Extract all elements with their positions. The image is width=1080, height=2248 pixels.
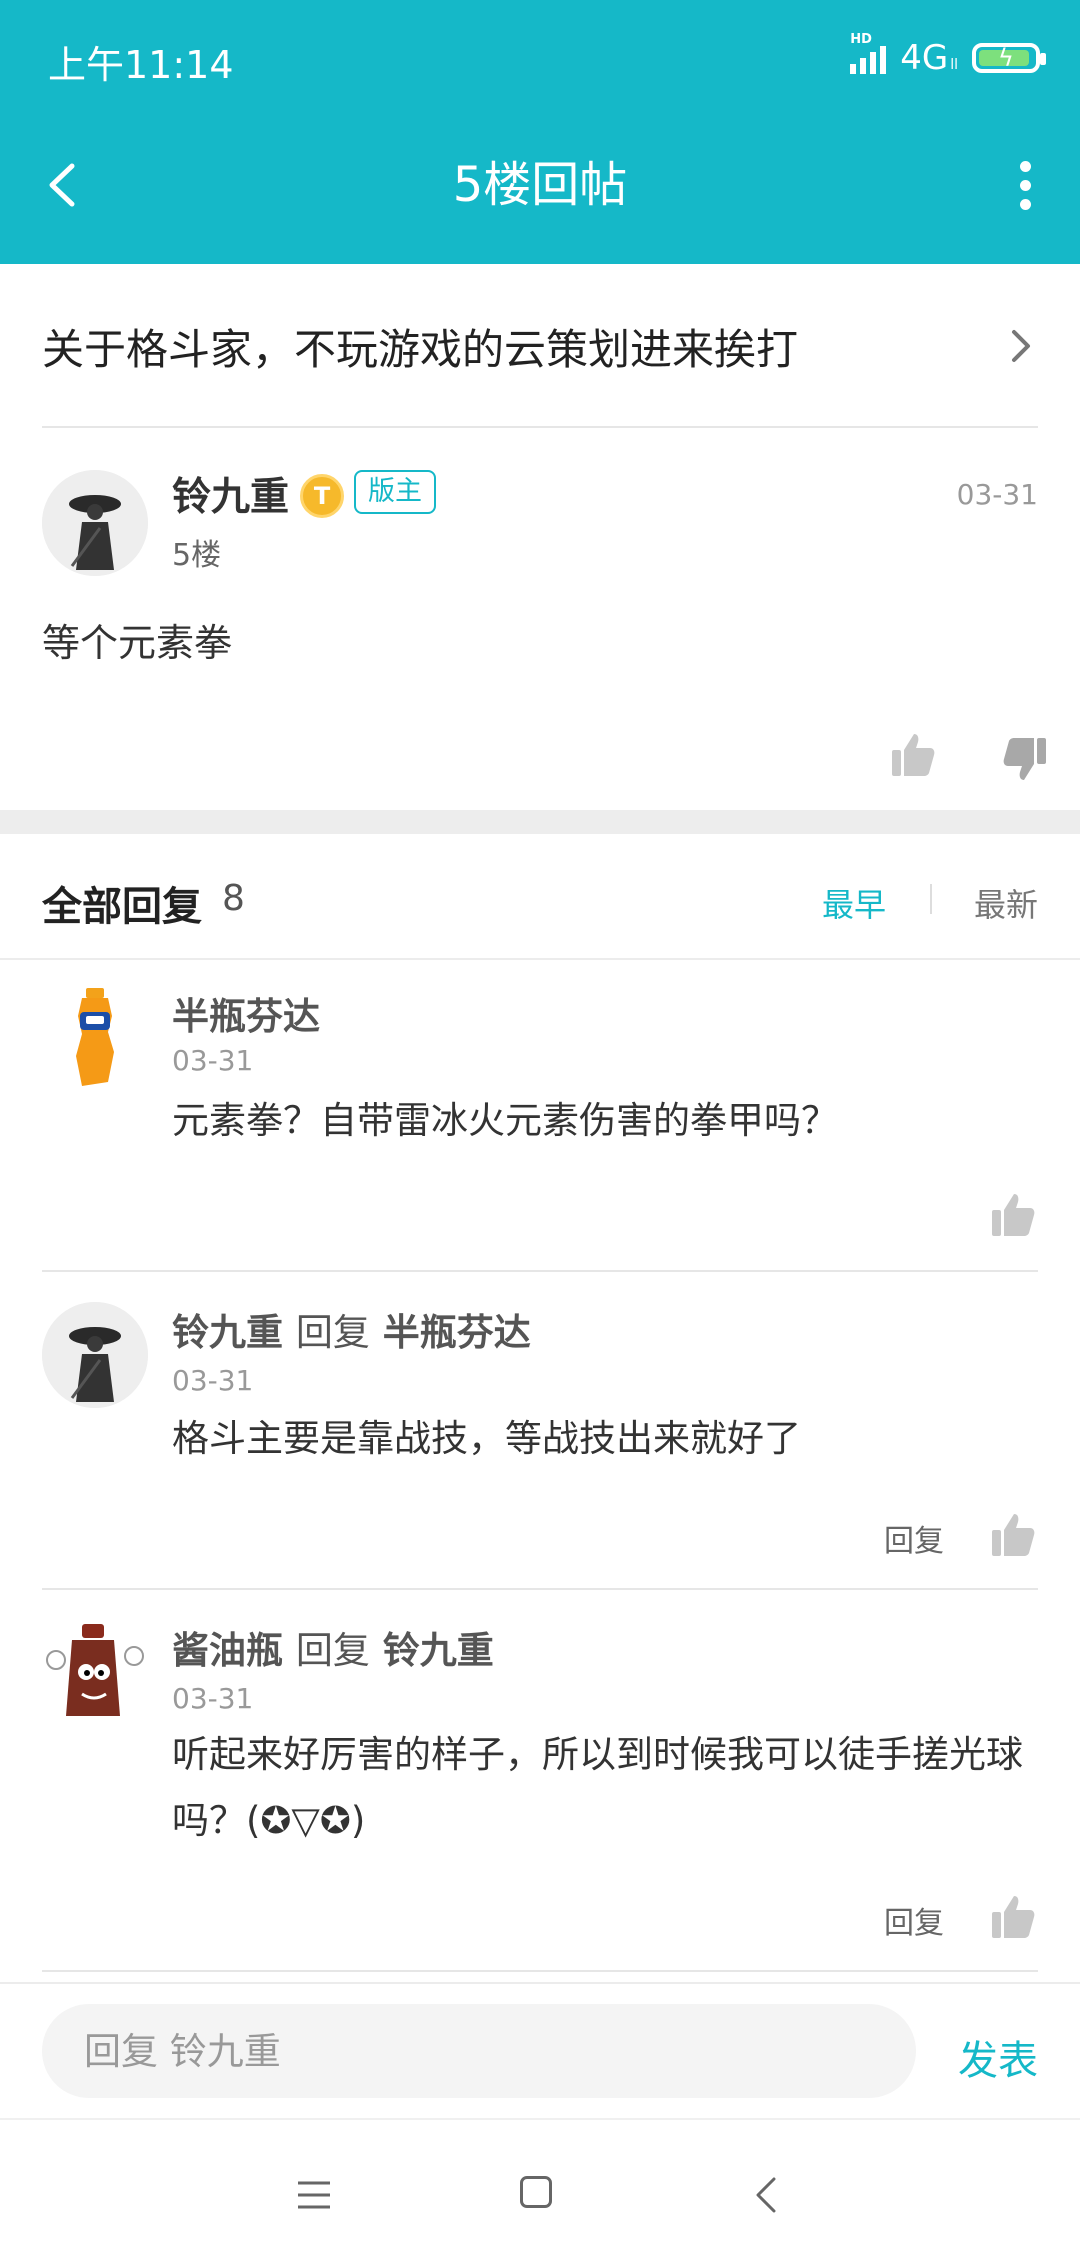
floor-number: 5楼 bbox=[172, 538, 222, 573]
network-type: 4G bbox=[900, 38, 949, 78]
moderator-badge: 版主 bbox=[354, 470, 436, 514]
thread-title-link[interactable]: 关于格斗家，不玩游戏的云策划进来挨打 bbox=[0, 264, 1080, 428]
reply-button[interactable]: 回复 bbox=[884, 1898, 944, 1942]
reply-author-line: 酱油瓶 回复 铃九重 bbox=[172, 1620, 494, 1674]
home-icon[interactable] bbox=[520, 2176, 552, 2208]
thread-title: 关于格斗家，不玩游戏的云策划进来挨打 bbox=[42, 325, 799, 374]
more-options-button[interactable] bbox=[1000, 150, 1050, 220]
level-badge: T bbox=[300, 474, 344, 518]
battery-icon: ϟ bbox=[972, 43, 1046, 73]
replies-title: 全部回复 bbox=[42, 884, 202, 930]
status-time: 上午11:14 bbox=[48, 43, 234, 87]
reply-target-name[interactable]: 铃九重 bbox=[383, 1629, 494, 1672]
like-button[interactable] bbox=[988, 1190, 1038, 1240]
reply-author-line: 铃九重 回复 半瓶芬达 bbox=[172, 1302, 531, 1356]
signal-icon: HD bbox=[850, 32, 887, 74]
reply-text: 听起来好厉害的样子，所以到时候我可以徒手搓光球吗？(✪▽✪) bbox=[172, 1733, 1023, 1842]
divider bbox=[0, 958, 1080, 960]
divider bbox=[42, 1270, 1038, 1272]
network-activity: ll bbox=[950, 57, 958, 73]
like-button[interactable] bbox=[988, 1510, 1038, 1560]
menu-icon[interactable] bbox=[296, 2178, 332, 2212]
like-button[interactable] bbox=[888, 730, 938, 780]
divider bbox=[42, 426, 1038, 428]
reply-date: 03-31 bbox=[172, 1364, 254, 1397]
nav-back-icon[interactable] bbox=[754, 2176, 778, 2214]
system-nav-bar bbox=[0, 2118, 1080, 2248]
divider bbox=[42, 1588, 1038, 1590]
floor-content: 等个元素拳 bbox=[42, 621, 233, 665]
reply-text: 元素拳？自带雷冰火元素伤害的拳甲吗？ bbox=[172, 1099, 838, 1142]
reply-author-name[interactable]: 铃九重 bbox=[172, 1311, 283, 1354]
reply-text: 格斗主要是靠战技，等战技出来就好了 bbox=[172, 1417, 801, 1460]
reply-target-name[interactable]: 半瓶芬达 bbox=[383, 1311, 531, 1354]
reply-date: 03-31 bbox=[172, 1044, 254, 1077]
replies-count: 8 bbox=[222, 878, 245, 919]
floor-author-name[interactable]: 铃九重 bbox=[172, 466, 289, 522]
avatar[interactable] bbox=[42, 1302, 148, 1408]
reply-date: 03-31 bbox=[172, 1682, 254, 1715]
sort-earliest-tab[interactable]: 最早 bbox=[822, 880, 886, 926]
avatar[interactable] bbox=[42, 470, 148, 576]
reply-verb: 回复 bbox=[295, 1311, 370, 1354]
chevron-right-icon bbox=[1012, 330, 1030, 362]
reply-verb: 回复 bbox=[295, 1629, 370, 1672]
reply-button[interactable]: 回复 bbox=[884, 1516, 944, 1560]
hd-label: HD bbox=[850, 32, 872, 47]
send-button[interactable]: 发表 bbox=[958, 2028, 1038, 2086]
app-header: 上午11:14 HD 4G ll ϟ 5楼回帖 bbox=[0, 0, 1080, 264]
reply-author-name[interactable]: 酱油瓶 bbox=[172, 1629, 283, 1672]
reply-input[interactable] bbox=[42, 2004, 916, 2098]
dislike-button[interactable] bbox=[1000, 734, 1050, 784]
avatar[interactable] bbox=[42, 1620, 148, 1726]
avatar[interactable] bbox=[42, 986, 148, 1092]
composer-divider bbox=[0, 1982, 1080, 1984]
sort-newest-tab[interactable]: 最新 bbox=[974, 880, 1038, 926]
reply-author-name[interactable]: 半瓶芬达 bbox=[172, 986, 320, 1040]
thumbs-up-icon bbox=[992, 1194, 1035, 1236]
thumbs-up-icon bbox=[892, 734, 935, 776]
floor-date: 03-31 bbox=[956, 478, 1038, 511]
like-button[interactable] bbox=[988, 1892, 1038, 1942]
sort-separator bbox=[930, 884, 932, 914]
more-vertical-icon bbox=[1019, 160, 1031, 172]
thumbs-up-icon bbox=[992, 1896, 1035, 1938]
thumbs-up-icon bbox=[992, 1514, 1035, 1556]
thumbs-down-icon bbox=[1003, 738, 1046, 780]
status-icons: HD 4G ll ϟ bbox=[850, 32, 1046, 82]
section-separator bbox=[0, 810, 1080, 834]
page-title: 5楼回帖 bbox=[452, 157, 628, 213]
divider bbox=[42, 1970, 1038, 1972]
